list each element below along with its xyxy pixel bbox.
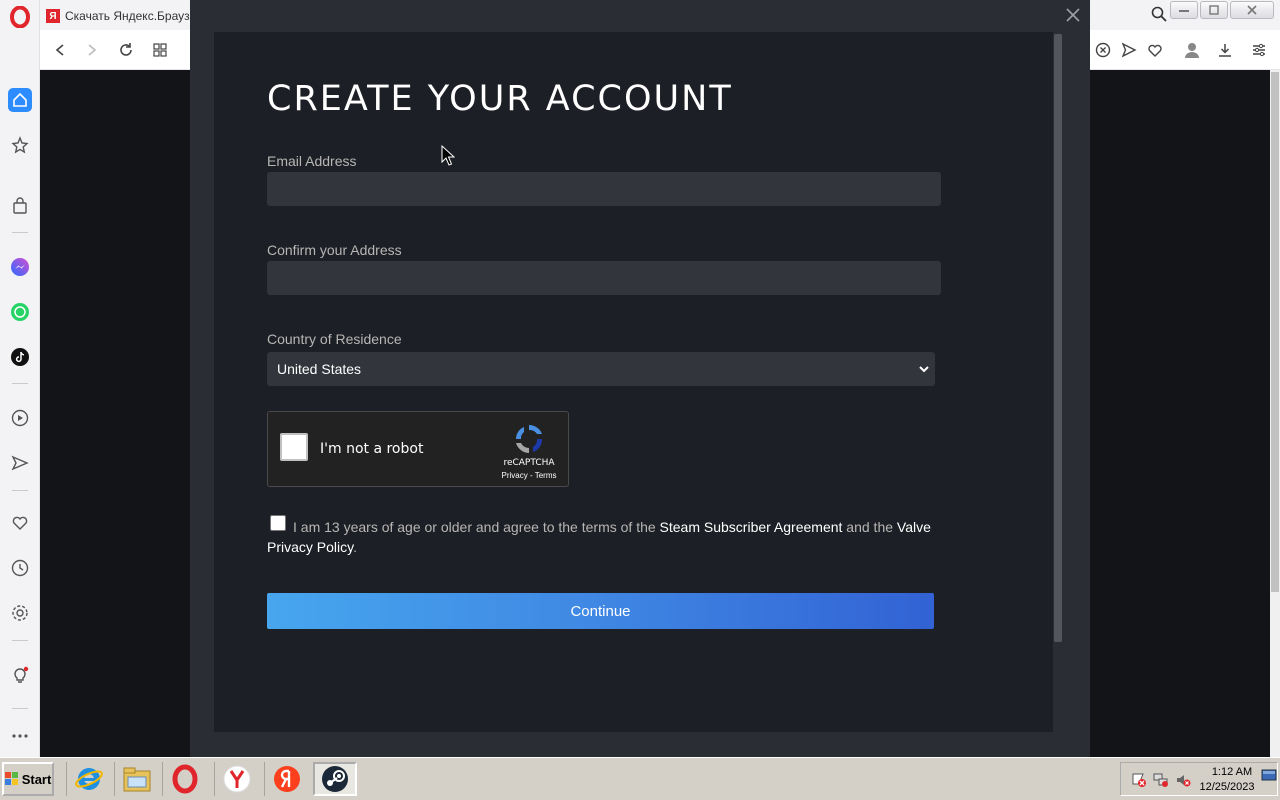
age-agreement-text: I am 13 years of age or older and agree … [267, 517, 947, 557]
mouse-cursor-icon [441, 145, 455, 166]
create-account-panel: CREATE YOUR ACCOUNT Email Address Confir… [214, 32, 1053, 732]
download-icon[interactable] [1213, 38, 1237, 62]
messenger-icon[interactable] [8, 255, 32, 279]
recaptcha-privacy-terms-links[interactable]: Privacy - Terms [494, 471, 564, 480]
country-selected-value: United States [277, 361, 362, 377]
agreement-text-before: I am 13 years of age or older and agree … [293, 519, 660, 535]
home-icon[interactable] [8, 88, 32, 112]
tiktok-icon[interactable] [8, 345, 32, 369]
adblock-icon[interactable] [1091, 38, 1115, 62]
close-window-icon[interactable] [1230, 1, 1274, 19]
forward-icon[interactable] [80, 38, 104, 62]
shopping-bag-icon[interactable] [8, 194, 32, 218]
taskbar: Start 1:12 AM 12/25/2023 [0, 757, 1280, 800]
send-icon[interactable] [1117, 38, 1141, 62]
opera-logo-icon[interactable] [8, 5, 32, 29]
history-icon[interactable] [8, 556, 32, 580]
player-icon[interactable] [8, 406, 32, 430]
email-field[interactable] [267, 172, 941, 206]
maximize-icon[interactable] [1200, 1, 1228, 19]
browser-tab[interactable]: Я Скачать Яндекс.Браузер [46, 4, 196, 28]
modal-scrollbar-thumb[interactable] [1054, 34, 1062, 642]
account-icon[interactable] [1180, 38, 1204, 62]
network-icon[interactable] [1153, 772, 1169, 788]
page-scrollbar[interactable] [1270, 70, 1280, 757]
steam-icon[interactable] [313, 762, 357, 796]
whatsapp-icon[interactable] [8, 300, 32, 324]
recaptcha-logo-icon [516, 425, 543, 453]
yandex-browser-icon[interactable] [214, 762, 258, 796]
page-scrollbar-thumb[interactable] [1271, 72, 1279, 592]
page-title: CREATE YOUR ACCOUNT [267, 79, 733, 119]
chevron-down-icon [919, 366, 929, 373]
volume-muted-icon[interactable] [1175, 772, 1191, 788]
clock-date: 12/25/2023 [1199, 781, 1255, 793]
subscriber-agreement-link[interactable]: Steam Subscriber Agreement [660, 519, 843, 535]
yandex-favicon-icon: Я [46, 9, 60, 23]
star-icon[interactable] [8, 133, 32, 157]
recaptcha-brand: reCAPTCHA [503, 458, 555, 468]
clock-time: 1:12 AM [1211, 766, 1253, 778]
system-tray: 1:12 AM 12/25/2023 [1120, 762, 1278, 796]
settings-icon[interactable] [8, 601, 32, 625]
windows-logo-icon [4, 772, 18, 785]
opera-icon[interactable] [162, 762, 206, 796]
window-controls [1170, 1, 1274, 19]
security-warning-icon[interactable] [1131, 772, 1147, 788]
search-tabs-icon[interactable] [1150, 5, 1168, 28]
country-label: Country of Residence [267, 331, 402, 347]
heart-icon[interactable] [1143, 38, 1167, 62]
start-button[interactable]: Start [2, 762, 54, 796]
country-select[interactable]: United States [267, 352, 935, 386]
easy-setup-icon[interactable] [1247, 38, 1271, 62]
confirm-email-field[interactable] [267, 261, 941, 295]
continue-button[interactable]: Continue [267, 593, 934, 629]
heart-icon[interactable] [8, 511, 32, 535]
browser-sidebar [0, 0, 40, 757]
create-account-modal: CREATE YOUR ACCOUNT Email Address Confir… [190, 0, 1090, 757]
internet-explorer-icon[interactable] [66, 762, 110, 796]
yandex-icon[interactable] [264, 762, 308, 796]
recaptcha-checkbox[interactable] [280, 433, 308, 461]
tabs-grid-icon[interactable] [148, 38, 172, 62]
confirm-email-label: Confirm your Address [267, 242, 402, 258]
recaptcha-widget: I'm not a robot reCAPTCHA Privacy - Term… [267, 411, 569, 487]
agreement-text-mid: and the [842, 519, 897, 535]
email-label: Email Address [267, 153, 357, 169]
tab-title: Скачать Яндекс.Браузер [65, 9, 196, 23]
minimize-icon[interactable] [1170, 1, 1198, 19]
file-explorer-icon[interactable] [114, 762, 158, 796]
more-icon[interactable] [8, 724, 32, 748]
start-label: Start [21, 771, 52, 787]
send-icon[interactable] [8, 451, 32, 475]
show-desktop-icon[interactable] [1261, 767, 1277, 783]
recaptcha-label: I'm not a robot [320, 441, 424, 457]
reload-icon[interactable] [114, 38, 138, 62]
close-icon[interactable] [1064, 6, 1082, 24]
agreement-text-after: . [353, 539, 357, 555]
lightbulb-icon[interactable] [8, 663, 32, 687]
back-icon[interactable] [48, 38, 72, 62]
